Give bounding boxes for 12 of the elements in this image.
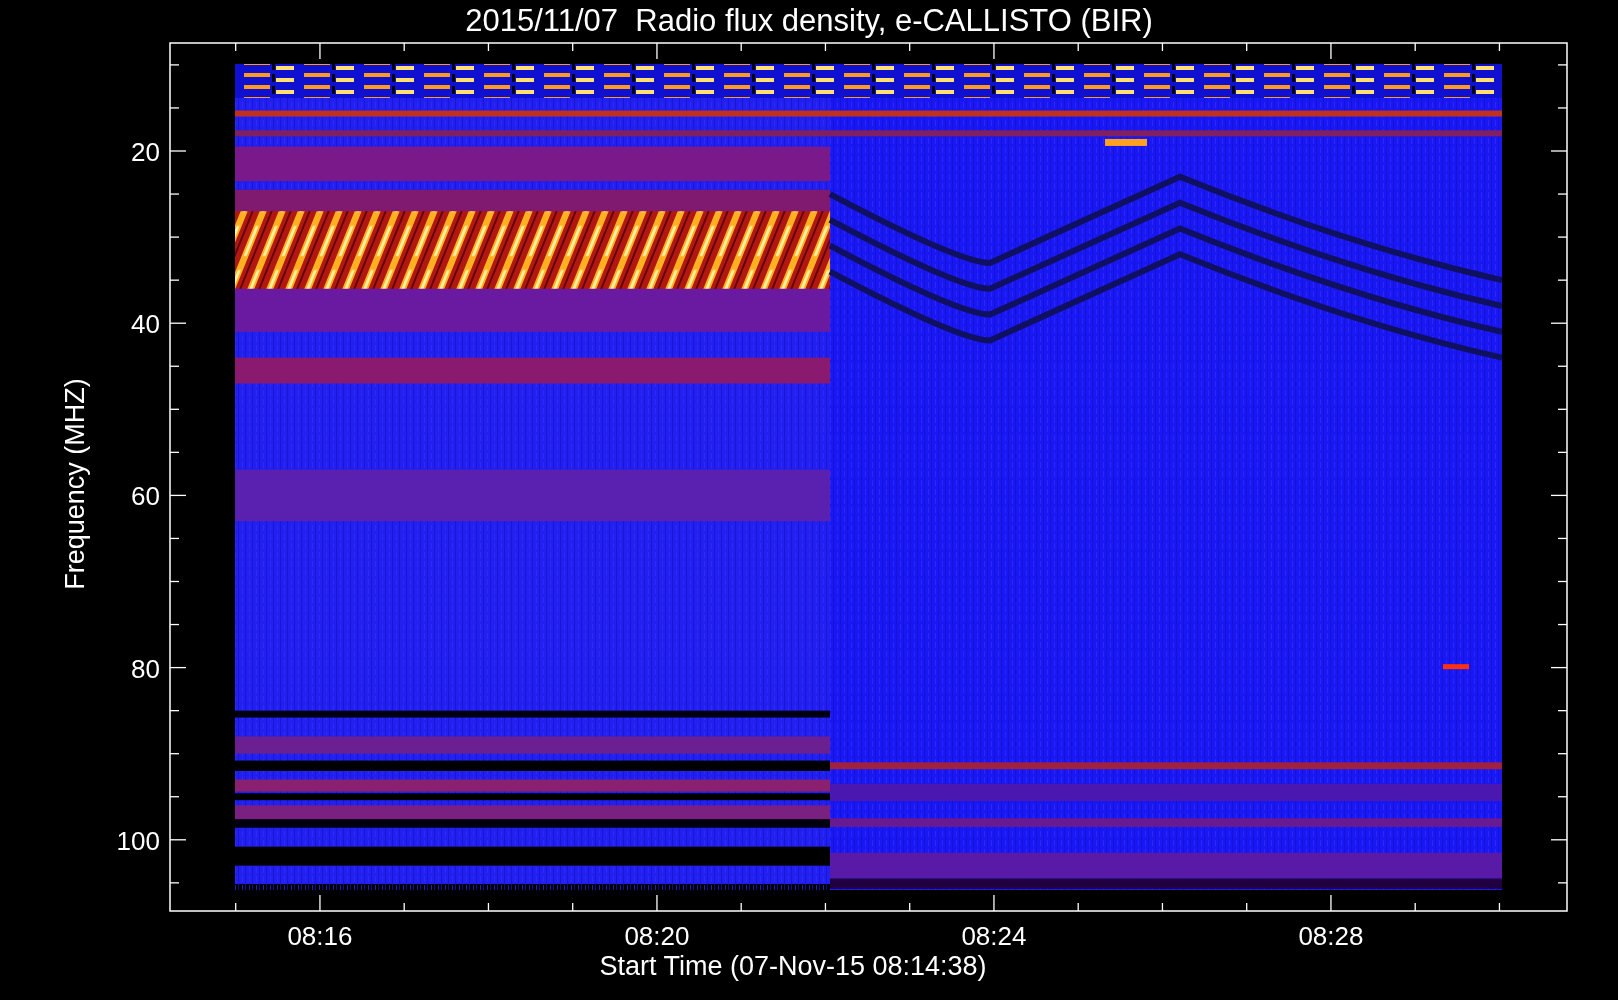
y-tick-label: 80 [131,653,160,684]
y-tick-label: 20 [131,137,160,167]
y-tick-label: 100 [116,825,160,856]
x-tick-label: 08:24 [961,921,1027,951]
x-tick-label: 08:28 [1298,921,1364,951]
chart-title: 2015/11/07 Radio flux density, e-CALLISTO (BIR) [465,3,1153,38]
x-axis-label: Start Time (07-Nov-15 08:14:38) [599,951,987,981]
y-tick-label: 60 [131,481,160,512]
x-tick-label: 08:20 [624,921,690,951]
x-tick-label: 08:16 [287,921,353,951]
y-tick-label: 40 [131,309,160,340]
y-axis-label: Frequency (MHZ) [60,378,90,590]
